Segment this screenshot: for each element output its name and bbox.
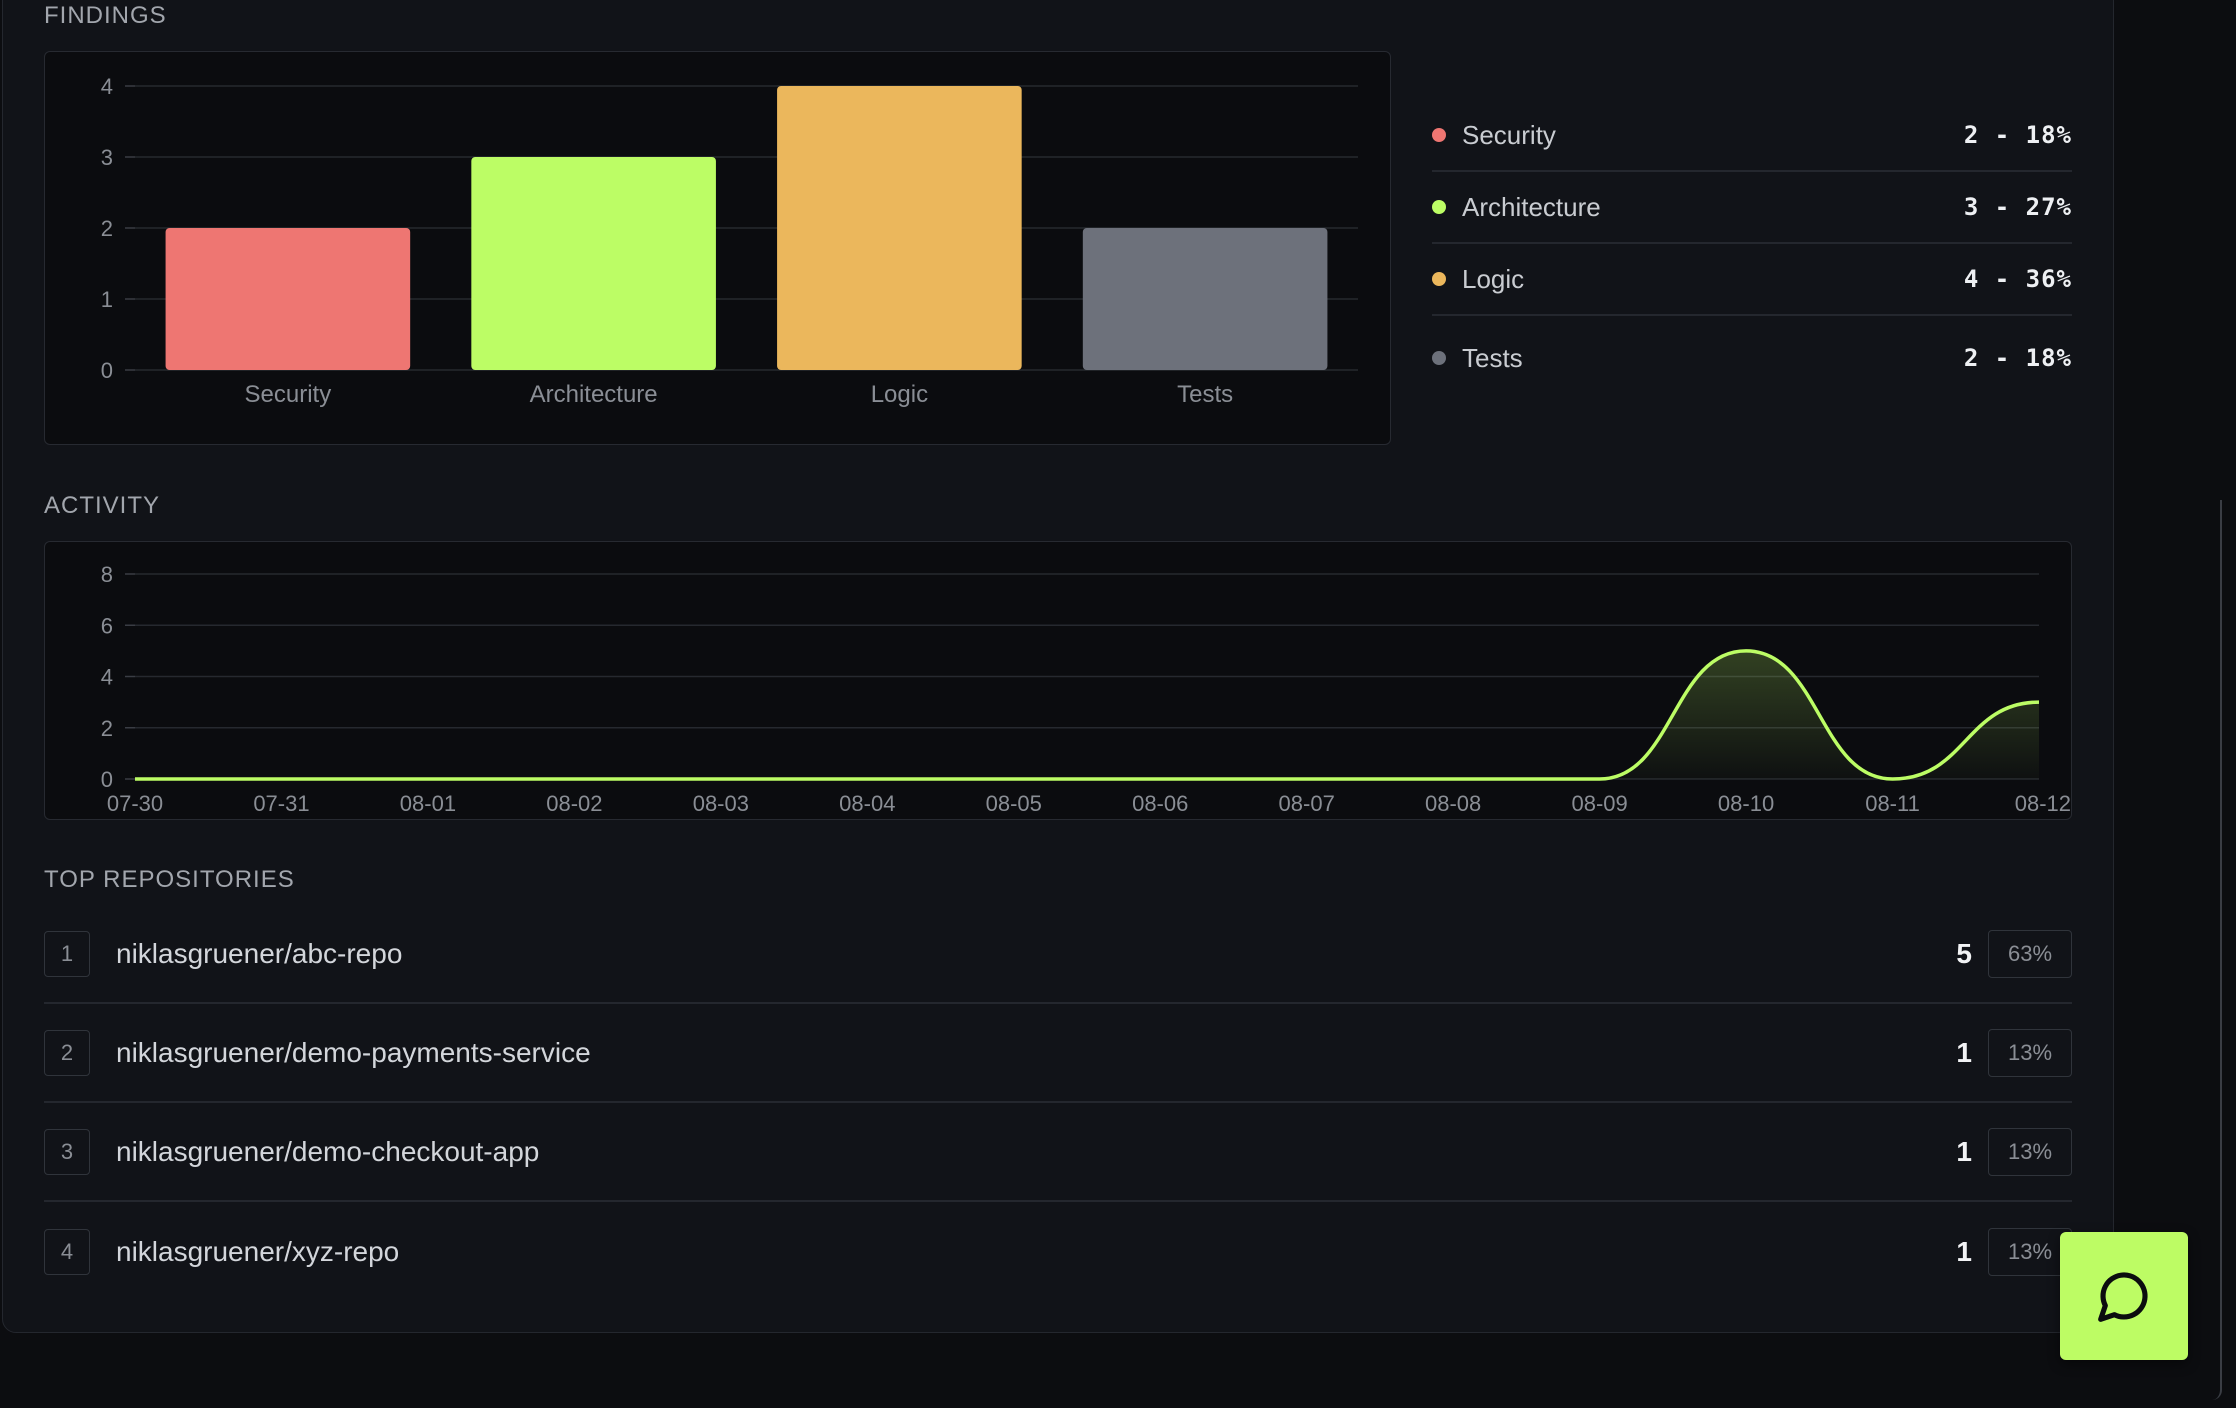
y-tick-label: 6 bbox=[101, 613, 113, 638]
x-tick-label: Security bbox=[245, 381, 332, 408]
repository-row[interactable]: 4 niklasgruener/xyz-repo 1 13% bbox=[44, 1202, 2072, 1301]
x-tick-label: 08-03 bbox=[693, 791, 749, 816]
y-tick-label: 0 bbox=[101, 767, 113, 792]
bar-logic bbox=[777, 86, 1022, 370]
x-tick-label: 07-30 bbox=[107, 791, 163, 816]
legend-item-tests: Tests 2 - 18% bbox=[1432, 322, 2072, 394]
scrollbar[interactable] bbox=[2212, 500, 2222, 1400]
architecture-dot bbox=[1432, 200, 1446, 214]
legend-item-security: Security 2 - 18% bbox=[1432, 100, 2072, 172]
repository-row[interactable]: 1 niklasgruener/abc-repo 5 63% bbox=[44, 905, 2072, 1004]
repository-name[interactable]: niklasgruener/demo-checkout-app bbox=[116, 1136, 539, 1168]
chat-bubble-icon bbox=[2098, 1272, 2148, 1322]
x-tick-label: 08-11 bbox=[1865, 791, 1920, 816]
logic-dot bbox=[1432, 272, 1446, 286]
legend-label: Architecture bbox=[1462, 191, 1601, 222]
x-tick-label: 08-12 bbox=[2015, 791, 2071, 816]
repository-rank: 3 bbox=[44, 1128, 90, 1175]
bar-security bbox=[165, 228, 411, 370]
repository-count: 1 bbox=[1956, 1135, 1972, 1167]
x-tick-label: 08-07 bbox=[1279, 791, 1335, 816]
x-tick-label: 08-10 bbox=[1718, 791, 1774, 816]
x-tick-label: 08-01 bbox=[400, 791, 456, 816]
repository-count: 1 bbox=[1956, 1235, 1972, 1267]
y-tick-label: 2 bbox=[101, 716, 113, 741]
bar-architecture bbox=[471, 157, 716, 370]
repository-count: 1 bbox=[1956, 1036, 1972, 1068]
repository-count: 5 bbox=[1956, 937, 1972, 969]
x-tick-label: 08-02 bbox=[546, 791, 602, 816]
repository-percent-badge: 13% bbox=[1988, 1028, 2072, 1077]
security-dot bbox=[1432, 128, 1446, 142]
tests-dot bbox=[1432, 351, 1446, 365]
repository-percent-badge: 13% bbox=[1988, 1127, 2072, 1176]
repository-row[interactable]: 2 niklasgruener/demo-payments-service 1 … bbox=[44, 1004, 2072, 1103]
x-tick-label: 08-05 bbox=[986, 791, 1042, 816]
repository-name[interactable]: niklasgruener/demo-payments-service bbox=[116, 1037, 591, 1069]
legend-value: 4 - 36% bbox=[1963, 265, 2072, 293]
findings-bar-chart: 0 1 2 3 4 Security Architecture Logic Tests bbox=[101, 74, 1358, 408]
x-tick-label: Architecture bbox=[530, 381, 658, 408]
findings-title: FINDINGS bbox=[44, 2, 167, 29]
activity-title: ACTIVITY bbox=[44, 492, 161, 519]
x-tick-label: Logic bbox=[871, 381, 928, 408]
x-tick-label: Tests bbox=[1177, 381, 1233, 408]
legend-value: 2 - 18% bbox=[1963, 344, 2072, 372]
legend-label: Logic bbox=[1462, 263, 1525, 294]
x-tick-label: 08-06 bbox=[1132, 791, 1188, 816]
y-tick-label: 4 bbox=[101, 74, 113, 99]
repository-rank: 4 bbox=[44, 1228, 90, 1275]
legend-value: 3 - 27% bbox=[1963, 193, 2072, 221]
x-tick-label: 08-08 bbox=[1425, 791, 1481, 816]
y-tick-label: 2 bbox=[101, 216, 113, 241]
top-repositories-title: TOP REPOSITORIES bbox=[44, 866, 295, 893]
repository-rank: 1 bbox=[44, 930, 90, 977]
legend-label: Security bbox=[1462, 119, 1556, 150]
repository-rank: 2 bbox=[44, 1029, 90, 1076]
legend-value: 2 - 18% bbox=[1963, 121, 2072, 149]
y-tick-label: 8 bbox=[101, 562, 113, 587]
repository-percent-badge: 63% bbox=[1988, 929, 2072, 978]
y-tick-label: 3 bbox=[101, 145, 113, 170]
x-tick-label: 08-09 bbox=[1571, 791, 1627, 816]
chat-button[interactable] bbox=[2060, 1232, 2188, 1360]
repository-name[interactable]: niklasgruener/xyz-repo bbox=[116, 1236, 399, 1268]
y-tick-label: 1 bbox=[101, 287, 113, 312]
repository-row[interactable]: 3 niklasgruener/demo-checkout-app 1 13% bbox=[44, 1103, 2072, 1202]
y-tick-label: 0 bbox=[101, 358, 113, 383]
repository-name[interactable]: niklasgruener/abc-repo bbox=[116, 938, 402, 970]
x-tick-label: 08-04 bbox=[839, 791, 895, 816]
activity-area-chart: 0 2 4 6 8 07-30 07-31 08-01 08-02 08-03 08-04 08-05… bbox=[101, 562, 2071, 816]
findings-chart: 0 1 2 3 4 Security Architecture Logic Tests bbox=[44, 51, 1391, 445]
x-tick-label: 07-31 bbox=[253, 791, 309, 816]
bar-tests bbox=[1082, 228, 1328, 370]
legend-item-logic: Logic 4 - 36% bbox=[1432, 244, 2072, 316]
activity-area bbox=[135, 650, 2039, 779]
legend-item-architecture: Architecture 3 - 27% bbox=[1432, 172, 2072, 244]
activity-chart: 0 2 4 6 8 07-30 07-31 08-01 08-02 08-03 08-04 08-05… bbox=[44, 541, 2072, 820]
y-tick-label: 4 bbox=[101, 665, 113, 690]
legend-label: Tests bbox=[1462, 342, 1523, 373]
